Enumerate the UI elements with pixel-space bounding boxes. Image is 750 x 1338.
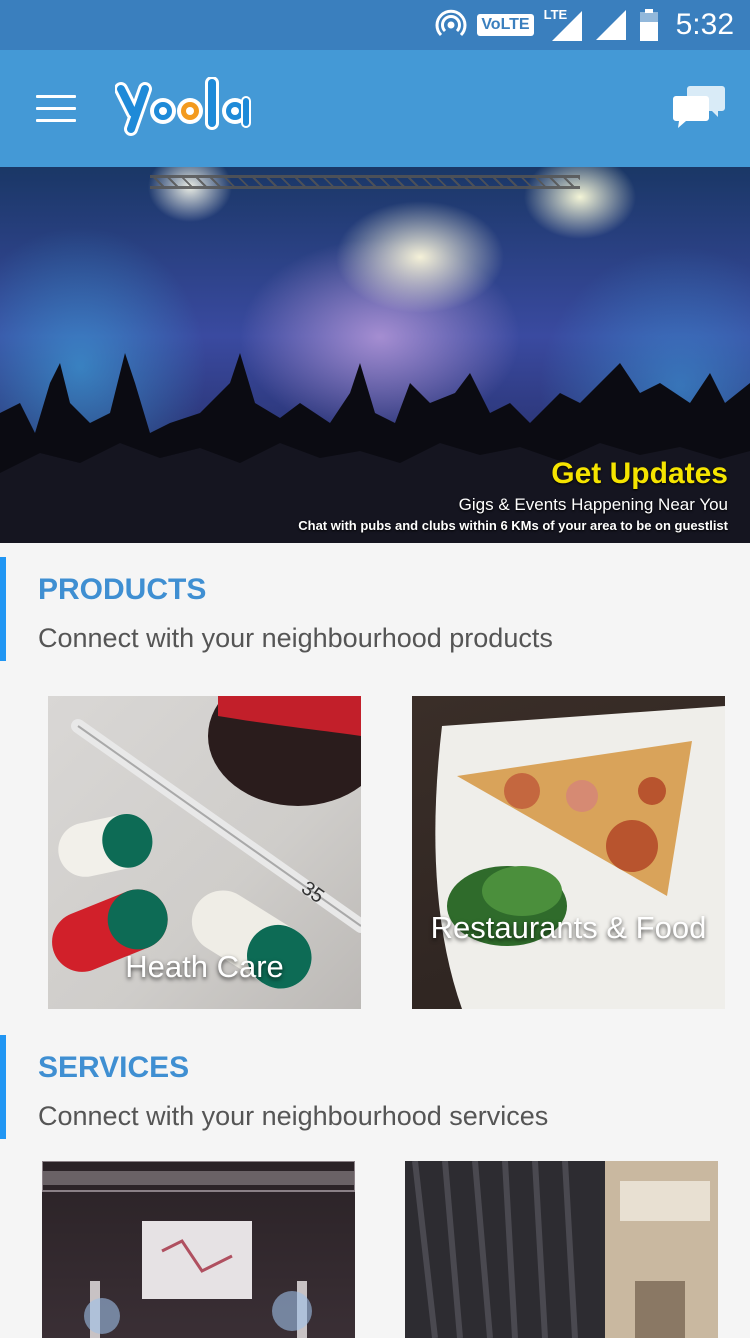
tile-services-clothing[interactable] — [405, 1161, 718, 1338]
products-title: PRODUCTS — [38, 573, 207, 606]
hamburger-menu-icon[interactable] — [36, 95, 76, 123]
products-subtitle: Connect with your neighbourhood products — [38, 623, 553, 653]
services-section-header: SERVICES Connect with your neighbourhood… — [0, 1023, 750, 1139]
products-section-header: PRODUCTS Connect with your neighbourhood… — [0, 545, 750, 661]
battery-icon — [639, 9, 658, 41]
tile-restaurants-food[interactable]: Restaurants & Food — [412, 696, 725, 1009]
tile-services-events[interactable] — [42, 1161, 355, 1338]
services-title: SERVICES — [38, 1051, 190, 1084]
banner-title: Get Updates — [551, 457, 728, 490]
tile-health-care[interactable]: 35 Heath Care — [48, 696, 361, 1009]
status-bar: VoLTE LTE 5:32 — [0, 0, 750, 50]
stage-truss — [150, 175, 580, 189]
garments-image — [405, 1161, 718, 1338]
stage-image — [42, 1161, 355, 1338]
signal-icon — [595, 10, 626, 40]
section-accent-bar — [0, 1035, 6, 1139]
chat-bubbles-icon[interactable] — [672, 84, 726, 130]
lte-signal-icon: LTE — [544, 7, 584, 43]
tile-label: Heath Care — [125, 949, 284, 984]
promo-banner[interactable]: Get Updates Gigs & Events Happening Near… — [0, 167, 750, 543]
services-subtitle: Connect with your neighbourhood services — [38, 1101, 549, 1131]
tile-label: Restaurants & Food — [430, 910, 707, 945]
clock: 5:32 — [675, 8, 734, 41]
status-icons: VoLTE LTE 5:32 — [435, 0, 734, 50]
hotspot-icon — [435, 9, 467, 37]
app-bar — [0, 50, 750, 167]
banner-subtitle: Gigs & Events Happening Near You — [458, 495, 728, 514]
pizza-image — [435, 706, 725, 1009]
section-accent-bar — [0, 557, 6, 661]
banner-note: Chat with pubs and clubs within 6 KMs of… — [298, 518, 728, 533]
banner-caption: Get Updates Gigs & Events Happening Near… — [298, 457, 728, 533]
lte-label: LTE — [543, 7, 568, 22]
volte-icon: VoLTE — [477, 14, 534, 36]
yoola-logo[interactable] — [115, 77, 255, 139]
